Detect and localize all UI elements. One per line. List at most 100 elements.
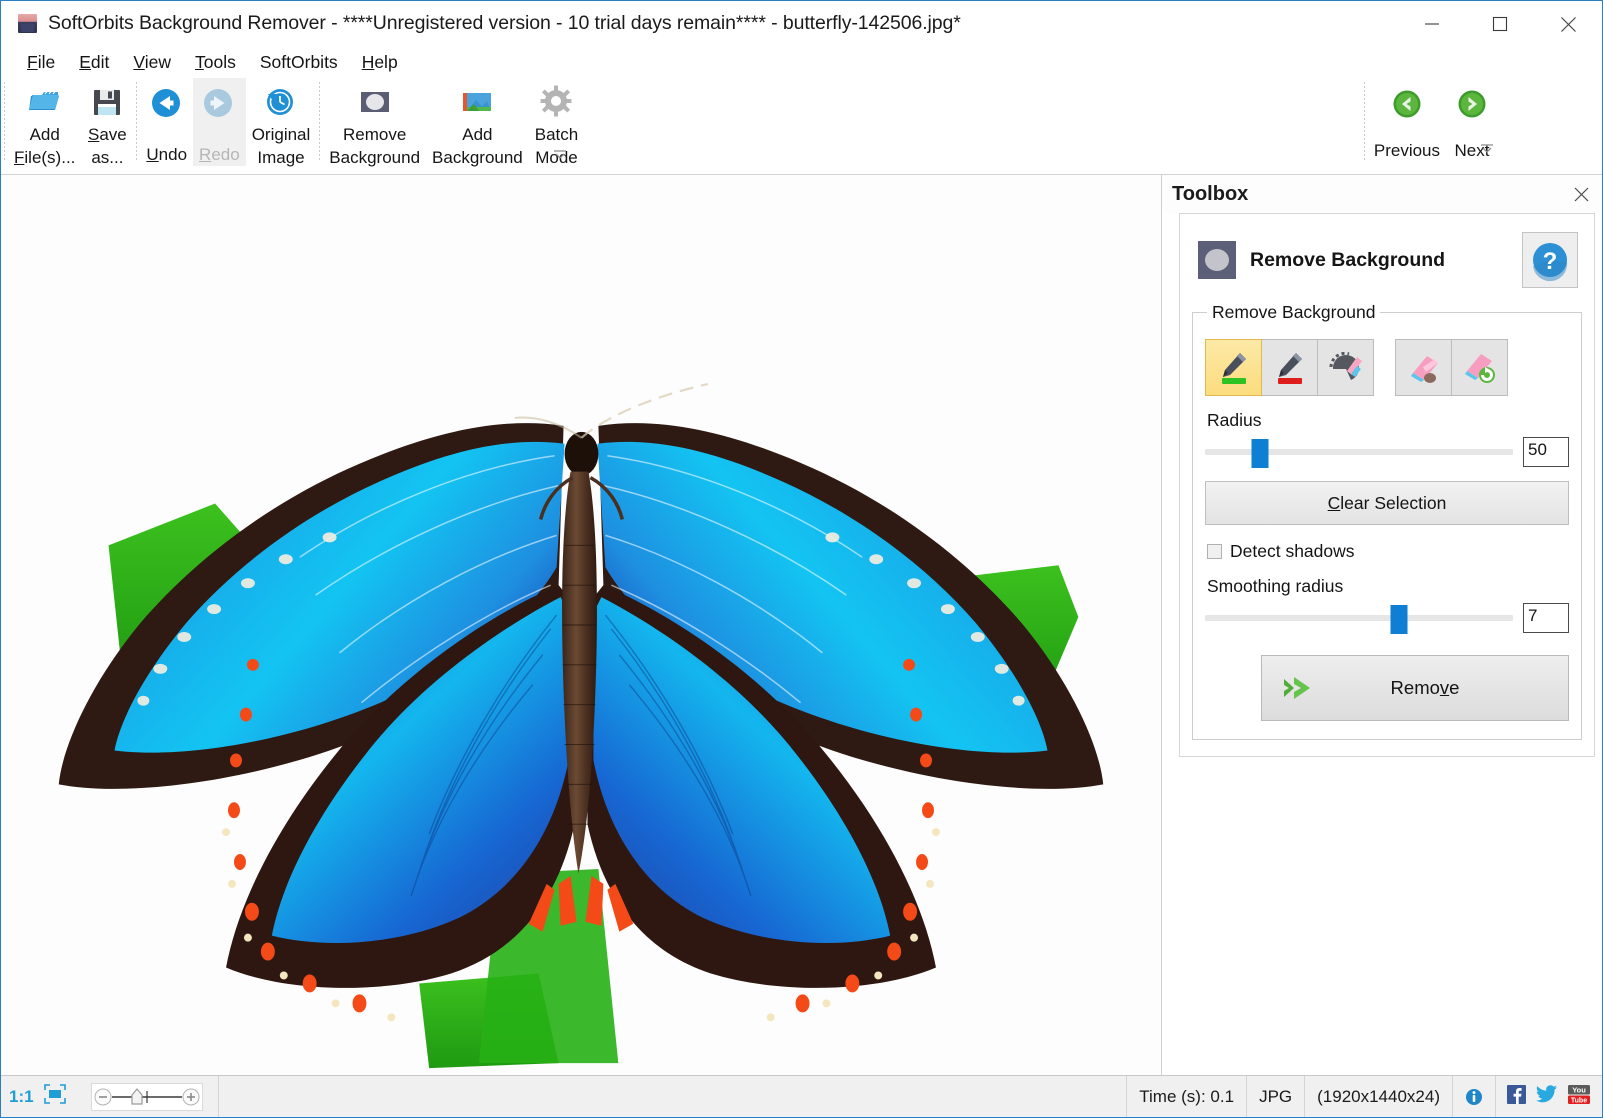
canvas-surface[interactable]	[1, 175, 1161, 1075]
zoom-slider[interactable]	[91, 1083, 203, 1111]
maximize-button[interactable]	[1466, 1, 1534, 47]
image-dimensions: (1920x1440x24)	[1305, 1076, 1453, 1117]
pencil-red-icon	[1271, 349, 1309, 387]
window-title: SoftOrbits Background Remover - ****Unre…	[48, 12, 961, 35]
smoothing-slider-thumb[interactable]	[1391, 605, 1408, 634]
svg-text:Tube: Tube	[1571, 1097, 1587, 1104]
menu-file[interactable]: File	[15, 49, 67, 76]
original-image-button[interactable]: Original Image	[246, 78, 317, 166]
twitter-icon[interactable]	[1536, 1085, 1557, 1108]
radius-value-input[interactable]: 50	[1523, 437, 1569, 467]
save-as-label: Save as...	[88, 123, 127, 169]
toolbox-close-icon[interactable]	[1568, 181, 1594, 207]
detect-shadows-checkbox[interactable]	[1207, 544, 1222, 559]
redo-label: Redo	[199, 143, 240, 166]
clear-selection-label: lear Selection	[1340, 493, 1446, 513]
undo-button[interactable]: Undo	[140, 78, 193, 166]
redo-button[interactable]: Redo	[193, 78, 246, 166]
menu-tools[interactable]: Tools	[183, 49, 248, 76]
nav-expander-icon[interactable]	[1480, 140, 1494, 158]
menu-file-label: ile	[38, 52, 56, 72]
pencil-green-icon	[1215, 349, 1253, 387]
add-background-label: Add Background	[432, 123, 523, 169]
menu-help[interactable]: Help	[350, 49, 410, 76]
mark-foreground-tool[interactable]	[1205, 339, 1262, 396]
radius-slider[interactable]	[1205, 438, 1513, 466]
toolbar-separator-start	[4, 82, 5, 160]
smoothing-radius-label: Smoothing radius	[1207, 576, 1569, 597]
previous-label: Previous	[1374, 139, 1440, 162]
ribbon-expander-icon[interactable]	[553, 146, 567, 158]
menu-softorbits-label: SoftOrbits	[260, 52, 338, 72]
detect-shadows-row[interactable]: Detect shadows	[1207, 541, 1569, 562]
remove-button-label: Remove	[1316, 677, 1534, 699]
card-header: Remove Background ?	[1192, 224, 1582, 302]
menu-edit[interactable]: Edit	[67, 49, 121, 76]
radius-slider-row: 50	[1205, 437, 1569, 467]
help-button[interactable]: ?	[1522, 232, 1578, 288]
facebook-icon[interactable]	[1507, 1085, 1526, 1109]
status-bar: 1:1	[1, 1075, 1602, 1117]
add-files-label: Add File(s)...	[14, 123, 75, 169]
remove-background-label: Remove Background	[329, 123, 420, 169]
file-format: JPG	[1247, 1076, 1305, 1117]
save-as-button[interactable]: Save as...	[81, 78, 133, 166]
zoom-ratio-label[interactable]: 1:1	[9, 1087, 34, 1107]
svg-text:You: You	[1572, 1085, 1586, 1094]
image-canvas[interactable]	[1, 175, 1162, 1075]
toolbar-separator-2	[319, 82, 320, 160]
group-legend: Remove Background	[1207, 302, 1380, 323]
youtube-icon[interactable]: You Tube	[1567, 1084, 1591, 1110]
floppy-save-icon	[90, 85, 124, 119]
eraser-icon	[1405, 349, 1443, 387]
add-files-button[interactable]: Add File(s)...	[8, 78, 81, 166]
title-bar: SoftOrbits Background Remover - ****Unre…	[1, 0, 1602, 46]
eraser-restore-icon	[1461, 349, 1499, 387]
menu-help-label: elp	[374, 52, 397, 72]
smoothing-slider[interactable]	[1205, 604, 1513, 632]
previous-button[interactable]: Previous	[1368, 78, 1446, 166]
eraser-tool[interactable]	[1395, 339, 1452, 396]
close-button[interactable]	[1534, 1, 1602, 47]
remove-background-group: Remove Background	[1192, 302, 1582, 740]
remove-bg-icon	[358, 85, 392, 119]
menu-view[interactable]: View	[121, 49, 183, 76]
menu-softorbits[interactable]: SoftOrbits	[248, 49, 350, 76]
tool-buttons-row	[1205, 339, 1569, 396]
fit-to-window-icon[interactable]	[44, 1084, 66, 1109]
app-icon	[18, 14, 37, 33]
mark-background-tool[interactable]	[1261, 339, 1318, 396]
application-window: SoftOrbits Background Remover - ****Unre…	[0, 0, 1603, 1118]
remove-background-button[interactable]: Remove Background	[323, 78, 426, 166]
add-bg-icon	[460, 85, 494, 119]
main-area: Toolbox Remove Background	[1, 175, 1602, 1075]
redo-arrow-icon	[202, 87, 236, 121]
status-spacer	[219, 1076, 1128, 1117]
green-right-arrow-icon	[1457, 89, 1487, 119]
remove-background-icon	[1198, 241, 1236, 279]
remove-background-card: Remove Background ? Remove Background	[1179, 213, 1595, 757]
help-question-icon: ?	[1530, 240, 1570, 280]
toolbar: Add File(s)... Save as...	[1, 78, 1602, 175]
restore-eraser-tool[interactable]	[1451, 339, 1508, 396]
add-background-button[interactable]: Add Background	[426, 78, 529, 166]
remove-button[interactable]: Remove	[1261, 655, 1569, 721]
open-folder-icon	[28, 85, 62, 119]
detect-shadows-label: Detect shadows	[1230, 541, 1355, 562]
undo-arrow-icon	[150, 87, 184, 121]
radius-slider-thumb[interactable]	[1252, 439, 1269, 468]
gear-icon	[540, 85, 574, 119]
magic-eraser-icon	[1327, 349, 1365, 387]
window-controls	[1398, 1, 1602, 47]
toolbar-separator-1	[136, 82, 137, 160]
navigation-group: Previous Next	[1361, 78, 1498, 168]
zoom-ratio-cell: 1:1	[1, 1076, 76, 1117]
clear-selection-button[interactable]: Clear Selection	[1205, 481, 1569, 525]
minimize-button[interactable]	[1398, 1, 1466, 47]
info-icon[interactable]	[1453, 1076, 1496, 1117]
smoothing-value-input[interactable]: 7	[1523, 603, 1569, 633]
remove-label-text: Remo	[1391, 677, 1440, 698]
zoom-slider-cell	[76, 1076, 219, 1117]
smoothing-slider-row: 7	[1205, 603, 1569, 633]
magic-wand-tool[interactable]	[1317, 339, 1374, 396]
